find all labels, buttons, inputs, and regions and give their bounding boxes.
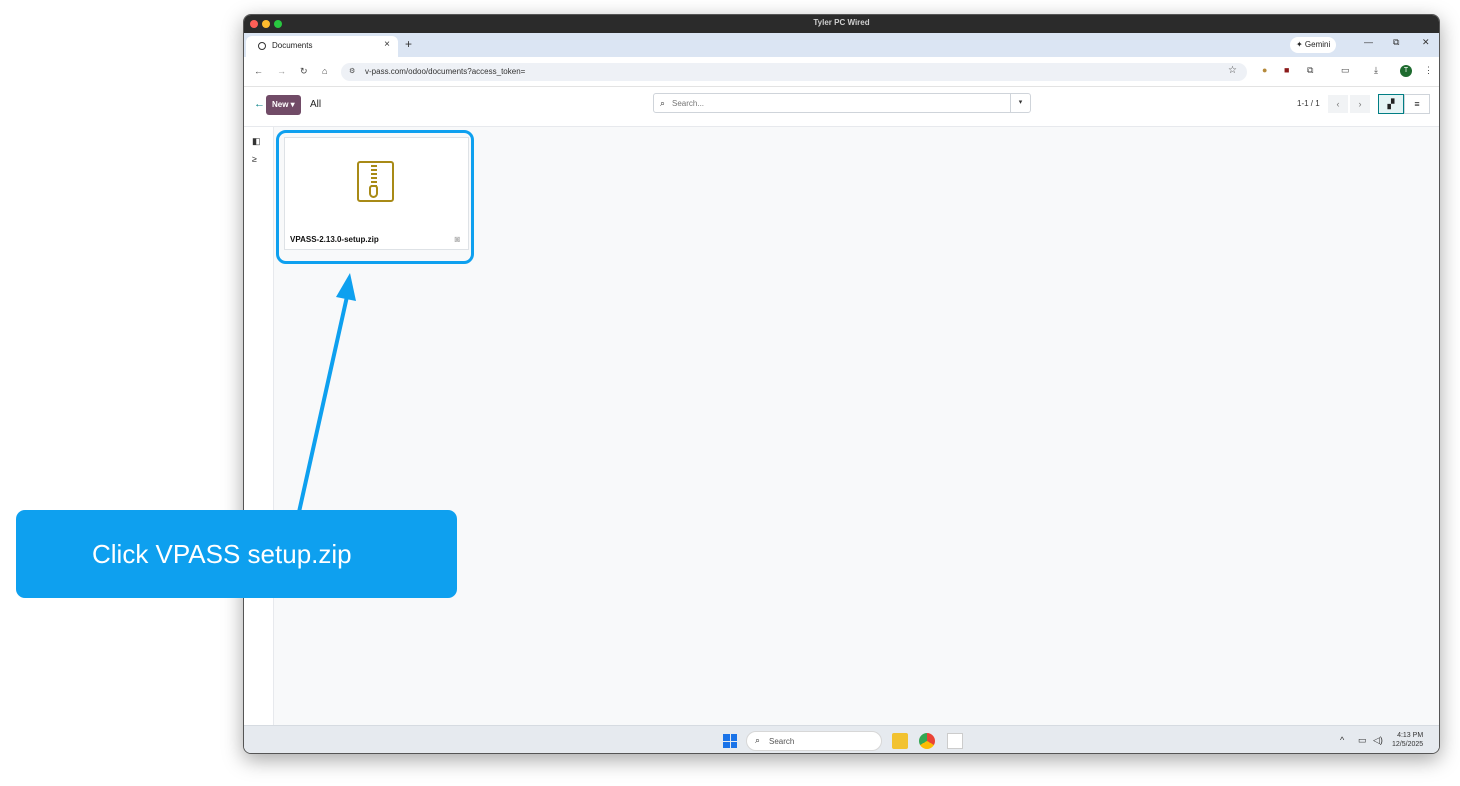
bookmark-star-icon[interactable]: ☆ (1228, 65, 1237, 76)
menu-kebab-icon[interactable]: ⋮ (1424, 65, 1433, 76)
site-info-icon[interactable]: ⚙ (349, 67, 355, 75)
mac-title-bar: Tyler PC Wired (244, 15, 1439, 33)
toggle-panel-icon[interactable]: ◧ (252, 136, 261, 147)
highlight-box (276, 130, 474, 264)
clock-time: 4:13 PM (1397, 732, 1424, 739)
browser-window: Tyler PC Wired Documents × + ✦ Gemini — … (243, 14, 1440, 754)
new-tab-button[interactable]: + (405, 37, 412, 51)
search-input[interactable] (672, 96, 992, 111)
side-panel: ◧ ≥ (244, 127, 274, 725)
filter-icon[interactable]: ≥ (252, 154, 257, 164)
extensions-puzzle-icon[interactable]: ⧉ (1307, 65, 1313, 76)
pager-next-button[interactable]: › (1350, 95, 1370, 113)
odoo-control-panel: ← New ▾ All ⌕ ▾ 1-1 / 1 ‹ › ▞ ≡ (244, 87, 1439, 127)
pager-value[interactable]: 1-1 / 1 (1297, 99, 1320, 108)
system-clock[interactable]: 4:13 PM 12/5/2025 (1392, 731, 1423, 749)
callout-box: Click VPASS setup.zip (16, 510, 457, 598)
tab-title: Documents (272, 41, 313, 50)
back-icon[interactable]: ← (254, 66, 263, 76)
tab-close-icon[interactable]: × (384, 39, 390, 50)
tab-documents[interactable]: Documents × (246, 36, 398, 57)
omnibox[interactable]: ⚙ v-pass.com/odoo/documents?access_token… (341, 63, 1247, 81)
volume-icon[interactable]: ◁) (1373, 735, 1383, 746)
chrome-icon[interactable] (919, 733, 935, 749)
search-box: ⌕ ▾ (653, 93, 1031, 113)
minimize-icon[interactable]: — (1364, 37, 1373, 47)
windows-start-icon[interactable] (723, 734, 737, 748)
tray-chevron-icon[interactable]: ^ (1340, 735, 1344, 745)
cast-icon[interactable]: ▭ (1341, 65, 1350, 76)
search-icon: ⌕ (660, 98, 666, 108)
profile-avatar[interactable]: T (1400, 65, 1412, 77)
home-icon[interactable]: ⌂ (322, 66, 327, 76)
download-icon[interactable]: ⤓ (1374, 65, 1378, 76)
shield-extension-icon[interactable]: ■ (1284, 65, 1289, 75)
taskbar-search-label: Search (769, 737, 795, 746)
kanban-view-button[interactable]: ▞ (1378, 94, 1404, 114)
clock-date: 12/5/2025 (1392, 741, 1424, 748)
reload-icon[interactable]: ↻ (300, 66, 308, 77)
windows-taskbar: ⌕ Search ^ ▭ ◁) 4:13 PM 12/5/2025 (244, 725, 1439, 753)
back-arrow-icon[interactable]: ← (254, 98, 265, 110)
list-view-button[interactable]: ≡ (1404, 94, 1430, 114)
file-explorer-icon[interactable] (892, 733, 908, 749)
breadcrumb: All (310, 99, 322, 110)
odoo-favicon-icon (258, 42, 266, 50)
tab-bar: Documents × + ✦ Gemini — ⧉ ✕ (244, 33, 1439, 57)
window-title: Tyler PC Wired (813, 18, 870, 27)
gemini-button[interactable]: ✦ Gemini (1290, 37, 1337, 53)
restore-icon[interactable]: ⧉ (1393, 37, 1399, 48)
url-text: v-pass.com/odoo/documents?access_token= (365, 67, 526, 76)
forward-icon[interactable]: → (277, 66, 286, 76)
taskbar-search[interactable]: ⌕ Search (746, 731, 882, 751)
search-options-dropdown-icon[interactable]: ▾ (1010, 94, 1030, 112)
pager-previous-button[interactable]: ‹ (1328, 95, 1348, 113)
network-icon[interactable]: ▭ (1358, 735, 1367, 746)
search-icon: ⌕ (755, 735, 761, 745)
app-window-icon[interactable] (947, 733, 963, 749)
extension-icon[interactable]: ● (1262, 65, 1267, 75)
address-bar: ← → ↻ ⌂ ⚙ v-pass.com/odoo/documents?acce… (244, 57, 1439, 87)
new-button[interactable]: New ▾ (266, 95, 301, 115)
close-icon[interactable]: ✕ (1422, 37, 1430, 48)
